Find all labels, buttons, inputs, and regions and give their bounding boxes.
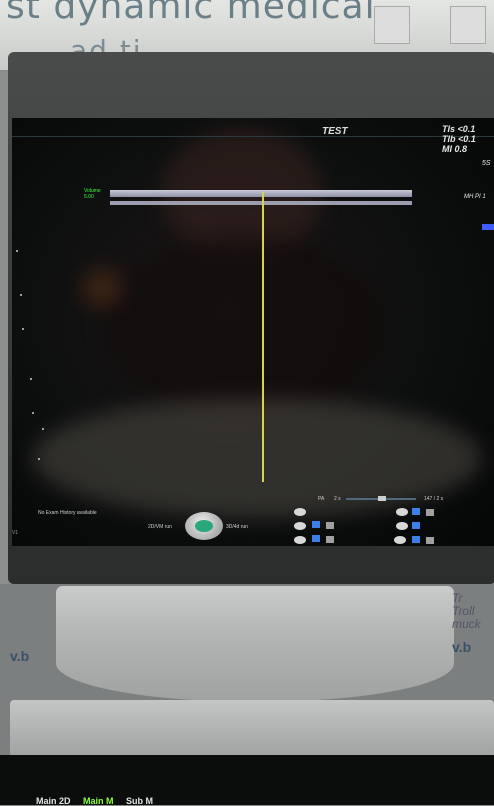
mmode-cursor-line[interactable] <box>262 192 264 482</box>
screen-reflection <box>102 238 392 418</box>
mmode-band-lower <box>110 201 412 205</box>
gray-mode-icon[interactable] <box>326 536 334 543</box>
edge-label-left: V1 <box>12 530 19 536</box>
sticker-right: Tr Troll muck v.b <box>452 592 481 655</box>
cart-shelf <box>56 586 454 702</box>
control-pill[interactable] <box>396 508 408 516</box>
control-pill[interactable] <box>396 522 408 530</box>
preset-label: TEST <box>322 126 348 137</box>
wall-poster <box>374 6 410 44</box>
slider-mid-label: 2 s <box>334 496 341 502</box>
blue-mode-icon[interactable] <box>412 522 420 529</box>
header-divider <box>12 136 494 137</box>
control-pill[interactable] <box>394 536 406 544</box>
blue-mode-icon[interactable] <box>412 508 420 515</box>
control-pill[interactable] <box>294 522 306 530</box>
run-knob[interactable] <box>185 512 223 540</box>
sticker-right-line: muck <box>452 617 481 631</box>
edge-value: 5S <box>482 160 491 167</box>
sticker-left: v.b <box>10 648 30 664</box>
ti-soft-tissue-value: TIs <0.1 <box>442 124 476 134</box>
gray-mode-icon[interactable] <box>426 537 434 544</box>
sticker-right-line: v.b <box>452 639 472 655</box>
run-3d-label: 3D/4d run <box>226 524 248 530</box>
depth-marker <box>42 428 44 430</box>
run-2d-label: 2D/VM run <box>148 524 172 530</box>
blue-mode-icon[interactable] <box>412 536 420 543</box>
gray-mode-icon[interactable] <box>426 509 434 516</box>
status-message: No Exam History available <box>38 510 97 516</box>
run-knob-center[interactable] <box>195 520 213 532</box>
depth-marker <box>38 458 40 460</box>
depth-marker <box>30 378 32 380</box>
volume-value: 5.00 <box>84 194 94 200</box>
ultrasound-screen[interactable]: TEST TIs <0.1 TIb <0.1 MI 0.8 5S MH PI 1… <box>12 118 494 546</box>
depth-marker <box>20 294 22 296</box>
depth-marker <box>22 328 24 330</box>
mh-label: MH PI 1 <box>464 194 486 200</box>
screen-reflection <box>82 268 122 308</box>
status-tag[interactable] <box>482 224 494 230</box>
control-pill[interactable] <box>294 536 306 544</box>
depth-marker <box>16 250 18 252</box>
mi-value: MI 0.8 <box>442 144 468 154</box>
depth-marker <box>32 412 34 414</box>
control-panel-housing <box>10 700 494 760</box>
blue-mode-icon[interactable] <box>312 521 320 528</box>
mmode-band <box>110 190 412 197</box>
ti-bone-value: TIb <0.1 <box>442 134 476 144</box>
control-pill[interactable] <box>294 508 306 516</box>
gray-mode-icon[interactable] <box>326 522 334 529</box>
sweep-slider-handle[interactable] <box>378 496 386 501</box>
wall-text-top: st dynamic medical <box>6 0 376 27</box>
slider-left-label: PA <box>318 496 325 502</box>
blue-mode-icon[interactable] <box>312 535 320 542</box>
slider-right-label: 147 / 2 s <box>424 496 444 502</box>
wall-poster <box>450 6 486 44</box>
screen-reflection <box>32 398 482 518</box>
